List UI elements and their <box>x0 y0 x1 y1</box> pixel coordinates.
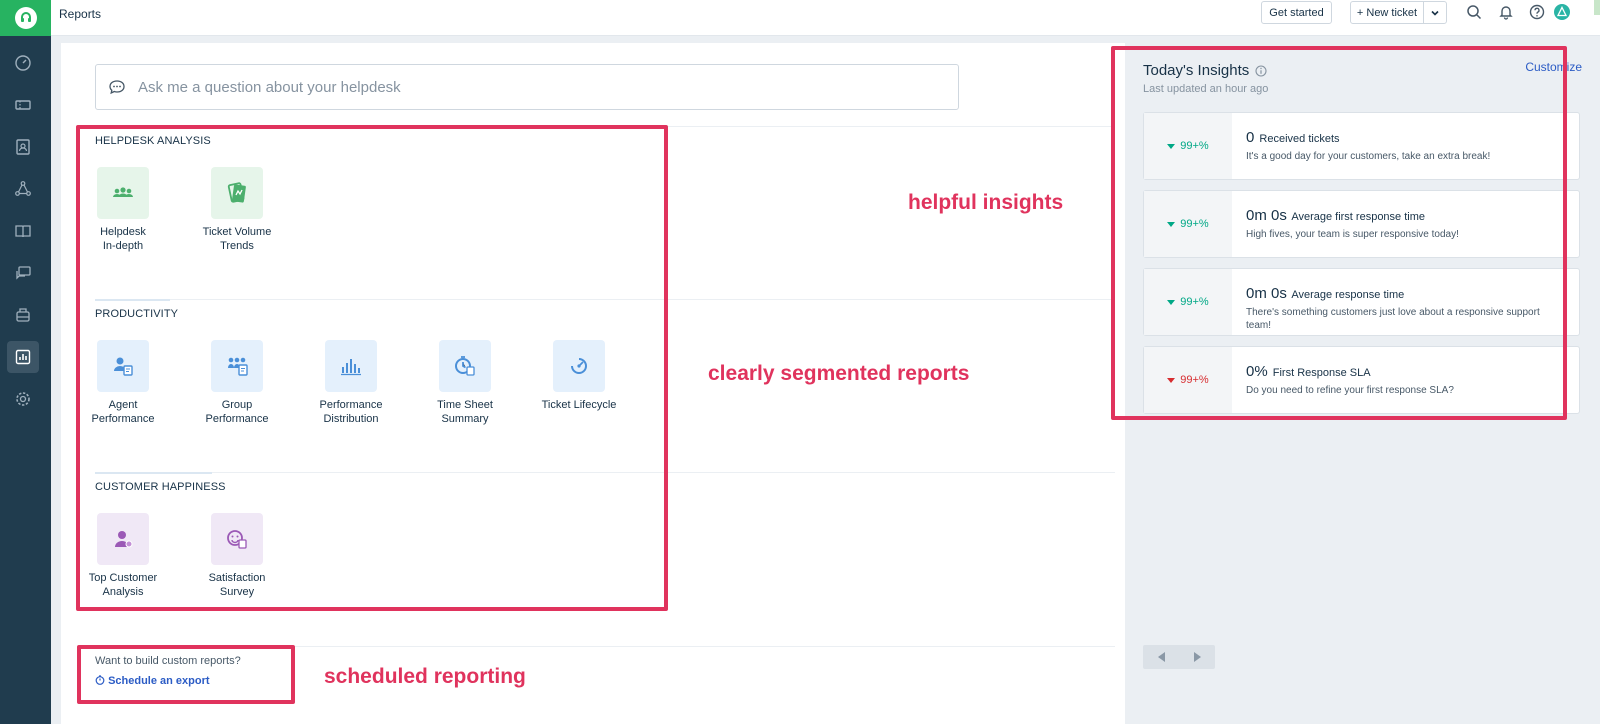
help-icon[interactable] <box>1528 3 1546 21</box>
sidebar <box>0 0 51 724</box>
tickets-icon[interactable] <box>7 89 39 121</box>
chat-bubble-icon <box>109 80 125 95</box>
bot-icon[interactable] <box>7 299 39 331</box>
next-arrow-icon[interactable] <box>1193 652 1201 662</box>
dashboard-icon[interactable] <box>7 47 39 79</box>
notifications-bell-icon[interactable] <box>1497 3 1515 21</box>
contacts-icon[interactable] <box>7 131 39 163</box>
chevron-down-icon <box>1431 10 1439 16</box>
annotation-segmented-reports: clearly segmented reports <box>708 362 970 385</box>
annotation-box-insights <box>1111 46 1567 420</box>
forums-icon[interactable] <box>7 257 39 289</box>
insights-pager <box>1143 645 1215 669</box>
previous-arrow-icon[interactable] <box>1157 652 1165 662</box>
headset-icon <box>14 7 37 29</box>
status-strip <box>1594 0 1600 15</box>
freshdesk-logo[interactable] <box>0 0 51 36</box>
admin-settings-icon[interactable] <box>7 383 39 415</box>
search-icon[interactable] <box>1465 3 1483 21</box>
ask-question-placeholder: Ask me a question about your helpdesk <box>138 78 401 96</box>
top-bar: Reports Get started + New ticket <box>51 0 1600 36</box>
get-started-button[interactable]: Get started <box>1261 1 1332 24</box>
annotation-box-reports <box>76 125 668 611</box>
new-ticket-button[interactable]: + New ticket <box>1350 1 1424 24</box>
reports-icon[interactable] <box>7 341 39 373</box>
annotation-scheduled-reporting: scheduled reporting <box>324 665 526 688</box>
annotation-box-schedule <box>77 645 295 704</box>
social-icon[interactable] <box>7 173 39 205</box>
new-ticket-dropdown[interactable] <box>1423 1 1447 24</box>
solutions-icon[interactable] <box>7 215 39 247</box>
annotation-helpful-insights: helpful insights <box>908 191 1064 214</box>
page-title: Reports <box>59 7 102 21</box>
ask-question-input[interactable]: Ask me a question about your helpdesk <box>95 64 959 110</box>
avatar[interactable] <box>1553 3 1571 21</box>
